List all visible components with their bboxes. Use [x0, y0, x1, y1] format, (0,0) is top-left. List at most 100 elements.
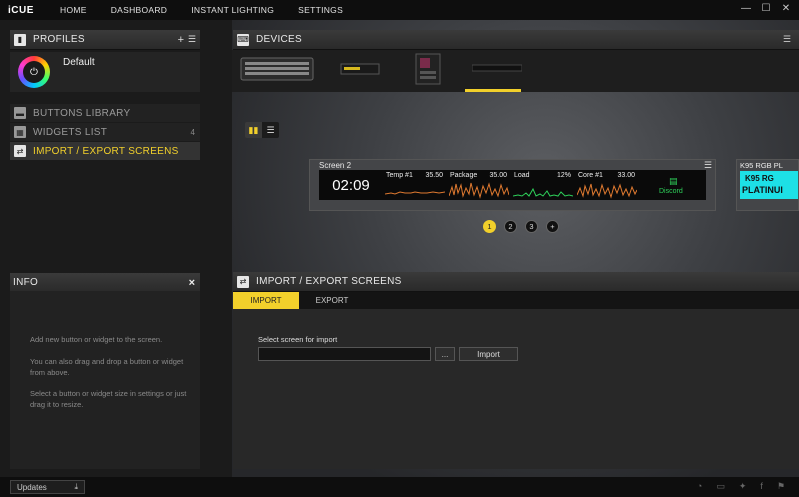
nav-instant-lighting[interactable]: INSTANT LIGHTING — [179, 5, 286, 15]
package-widget[interactable]: Package 35.00 — [448, 170, 510, 200]
grid-view-icon[interactable]: ▮▮ — [245, 122, 262, 138]
clock-widget[interactable]: 02:09 — [319, 170, 383, 200]
motherboard-device[interactable] — [414, 53, 444, 88]
load-sparkline — [513, 187, 573, 197]
devices-header: ⌨ DEVICES ☰ — [233, 30, 799, 50]
discord-button[interactable]: ▤ Discord — [637, 170, 706, 200]
updates-button[interactable]: Updates ⤓ — [10, 480, 85, 494]
memory-device[interactable] — [340, 62, 380, 79]
add-page-button[interactable]: + — [546, 220, 559, 233]
facebook-icon[interactable]: f — [760, 481, 763, 492]
power-icon: ⏻ — [23, 61, 45, 83]
touchscreen-device[interactable] — [471, 63, 523, 76]
screen-card[interactable]: Screen 2 ☰ 02:09 Temp #1 35.50 Package 3… — [309, 159, 716, 211]
widget-value: 33.00 — [617, 172, 635, 179]
tab-export[interactable]: EXPORT — [299, 292, 365, 309]
page-1[interactable]: 1 — [483, 220, 496, 233]
nav-home[interactable]: HOME — [48, 5, 99, 15]
menu-import-export-screens[interactable]: ⇄ IMPORT / EXPORT SCREENS — [10, 142, 200, 160]
peek-line1: K95 RG — [745, 174, 774, 183]
widget-label: Package — [450, 172, 478, 179]
page-3[interactable]: 3 — [525, 220, 538, 233]
profile-name: Default — [63, 57, 95, 68]
list-view-icon[interactable]: ☰ — [262, 122, 279, 138]
app-logo: iCUE — [8, 4, 34, 16]
keyboard-icon: ⌨ — [237, 33, 249, 46]
screen-pager: 1 2 3 + — [483, 220, 559, 233]
menu-buttons-library[interactable]: ▬ BUTTONS LIBRARY — [10, 104, 200, 122]
load-widget[interactable]: Load 12% — [512, 170, 574, 200]
import-file-input[interactable] — [258, 347, 431, 361]
grid-icon: ▦ — [14, 126, 26, 138]
swap-icon: ⇄ — [237, 275, 249, 288]
profile-item[interactable]: ⏻ Default — [10, 52, 200, 92]
buttons-icon: ▬ — [14, 107, 26, 119]
next-screen-card[interactable]: K95 RGB PL K95 RG PLATINUI — [736, 159, 799, 211]
peek-title: K95 RGB PL — [740, 161, 783, 170]
import-export-title: IMPORT / EXPORT SCREENS — [256, 276, 402, 287]
info-text: Add new button or widget to the screen. — [30, 335, 163, 344]
widgets-count: 4 — [190, 127, 195, 137]
close-icon[interactable]: × — [189, 277, 195, 289]
import-button[interactable]: Import — [459, 347, 518, 361]
twitter-icon[interactable]: ✦ — [739, 481, 747, 492]
title-bar: iCUE HOME DASHBOARD INSTANT LIGHTING SET… — [0, 0, 799, 20]
plus-icon[interactable]: + — [178, 34, 184, 46]
keyboard-device[interactable] — [240, 56, 314, 85]
tab-import[interactable]: IMPORT — [233, 292, 299, 309]
screen-preview: 02:09 Temp #1 35.50 Package 35.00 Load 1… — [319, 170, 706, 200]
swap-icon: ⇄ — [14, 145, 26, 157]
widget-label: Temp #1 — [386, 172, 413, 179]
devices-title: DEVICES — [256, 34, 303, 45]
minimize-icon[interactable]: — — [739, 2, 753, 16]
peek-preview: K95 RG PLATINUI — [740, 171, 798, 199]
import-export-header: ⇄ IMPORT / EXPORT SCREENS — [233, 272, 799, 292]
screen-name: Screen 2 — [319, 161, 352, 170]
browse-button[interactable]: ... — [435, 347, 455, 361]
profiles-icon: ▮ — [14, 33, 26, 46]
package-sparkline — [449, 182, 509, 199]
widget-value: 12% — [556, 172, 571, 179]
info-header: INFO × — [10, 273, 200, 293]
nav-settings[interactable]: SETTINGS — [286, 5, 355, 15]
nav-dashboard[interactable]: DASHBOARD — [99, 5, 180, 15]
speed-icon[interactable]: ◔ — [697, 481, 702, 492]
device-strip — [232, 50, 799, 92]
menu-label: BUTTONS LIBRARY — [33, 107, 131, 119]
social-links: ◔ ▭ ✦ f ⚑ — [697, 481, 785, 492]
menu-icon[interactable]: ☰ — [783, 34, 791, 45]
menu-label: IMPORT / EXPORT SCREENS — [33, 145, 179, 157]
widget-value: 35.50 — [425, 172, 443, 179]
widget-label: Core #1 — [578, 172, 603, 179]
core-sparkline — [577, 183, 637, 199]
import-export-tabs: IMPORT EXPORT — [233, 292, 799, 309]
corsair-icon[interactable]: ⚑ — [777, 481, 785, 492]
info-title: INFO — [13, 277, 39, 288]
maximize-icon[interactable]: ☐ — [759, 2, 773, 16]
info-text: Select a button or widget size in settin… — [30, 389, 187, 409]
discord-label: Discord — [659, 188, 683, 195]
device-selected-indicator — [465, 89, 521, 92]
widget-value: 35.00 — [489, 172, 507, 179]
discord-icon: ▤ — [669, 176, 678, 186]
download-icon: ⤓ — [74, 482, 78, 491]
info-text: You can also drag and drop a button or w… — [30, 357, 184, 377]
menu-label: WIDGETS LIST — [33, 126, 108, 138]
temp-widget[interactable]: Temp #1 35.50 — [384, 170, 446, 200]
list-icon[interactable]: ☰ — [188, 34, 196, 45]
profiles-header: ▮ PROFILES + ☰ — [10, 30, 200, 50]
temp-sparkline — [385, 191, 445, 195]
view-toggle: ▮▮ ☰ — [245, 122, 279, 138]
info-body: Add new button or widget to the screen. … — [10, 291, 200, 469]
close-icon[interactable]: ✕ — [779, 2, 793, 16]
import-field-label: Select screen for import — [258, 335, 338, 344]
profile-avatar: ⏻ — [18, 56, 50, 88]
chat-icon[interactable]: ▭ — [716, 481, 725, 492]
widget-label: Load — [514, 172, 530, 179]
core-widget[interactable]: Core #1 33.00 — [576, 170, 638, 200]
page-2[interactable]: 2 — [504, 220, 517, 233]
updates-label: Updates — [17, 482, 47, 492]
import-panel: Select screen for import ... Import — [233, 309, 799, 469]
menu-widgets-list[interactable]: ▦ WIDGETS LIST 4 — [10, 123, 200, 141]
peek-line2: PLATINUI — [742, 185, 783, 195]
